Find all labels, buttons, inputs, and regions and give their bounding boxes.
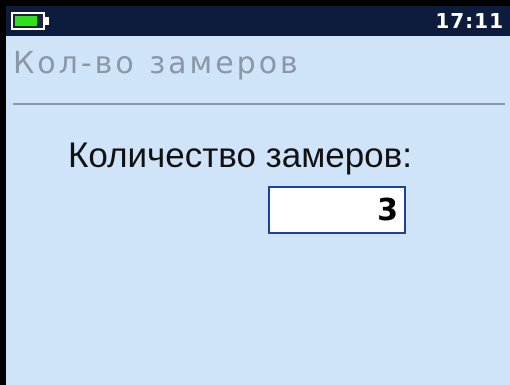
battery-tip <box>45 17 49 25</box>
battery-icon <box>11 12 51 30</box>
measurements-count-input[interactable] <box>268 186 406 234</box>
battery-body <box>11 12 45 30</box>
page-title: Кол-во замеров <box>13 46 301 81</box>
clock: 17:11 <box>435 9 504 33</box>
battery-level <box>15 16 37 26</box>
status-bar: 17:11 <box>6 6 510 36</box>
screen: 17:11 Кол-во замеров Количество замеров: <box>6 6 510 385</box>
title-divider <box>13 103 505 105</box>
measurements-count-label: Количество замеров: <box>68 136 412 175</box>
device-frame: 17:11 Кол-во замеров Количество замеров: <box>0 0 510 385</box>
